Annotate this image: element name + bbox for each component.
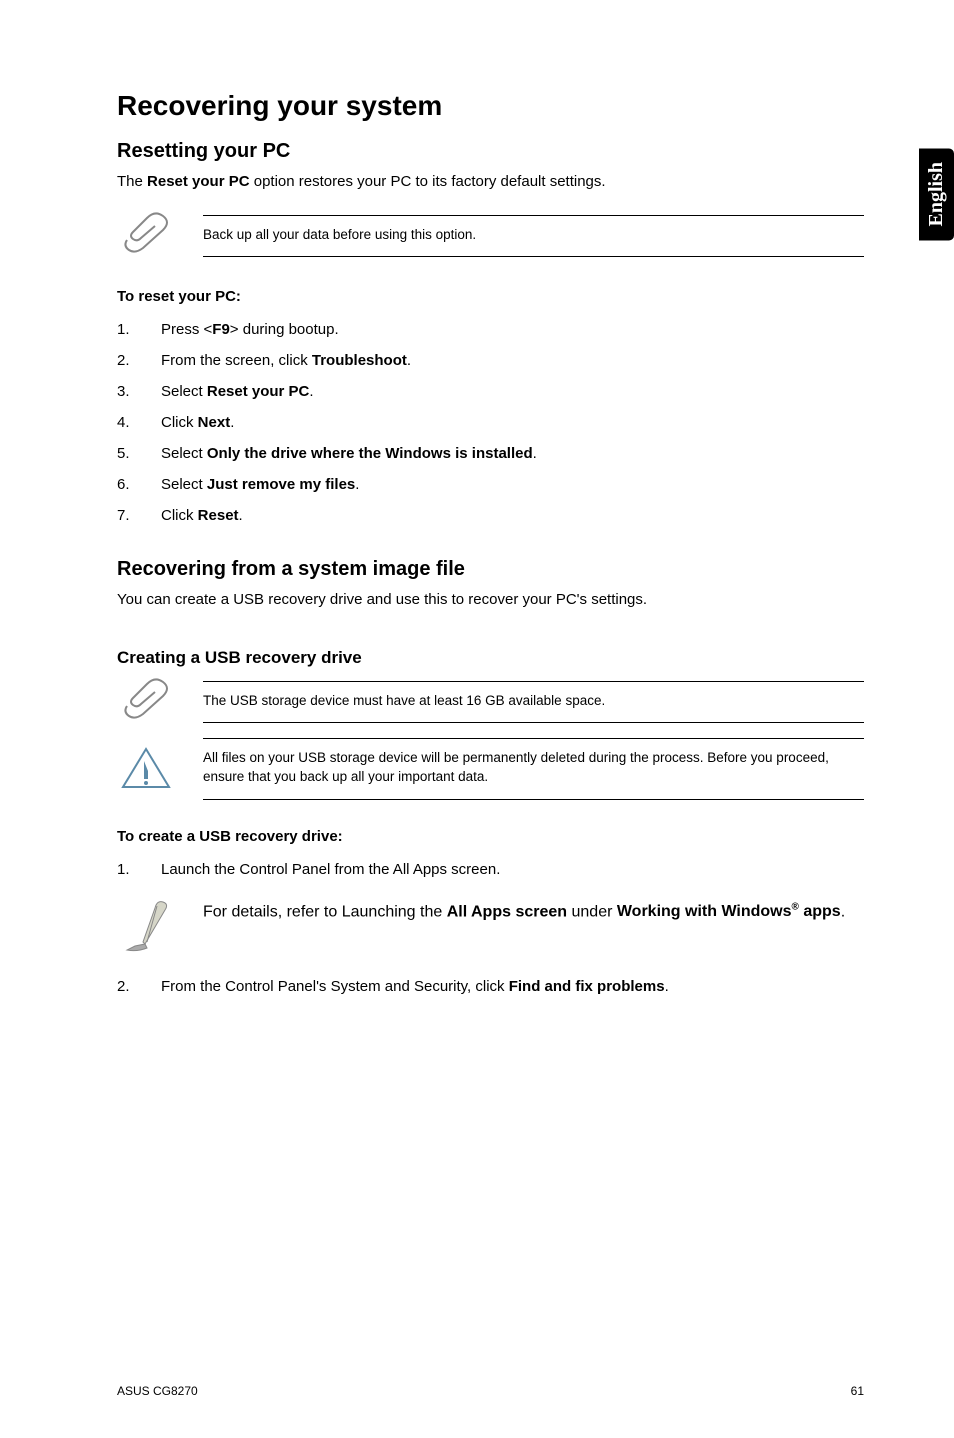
usb-heading: Creating a USB recovery drive xyxy=(117,648,864,668)
text: option restores your PC to its factory d… xyxy=(250,173,606,190)
list-item: Select Reset your PC. xyxy=(117,381,864,402)
text: . xyxy=(309,383,313,400)
text: For details, refer to Launching the xyxy=(203,903,447,920)
text: . xyxy=(665,978,669,995)
text-bold: Only the drive where the Windows is inst… xyxy=(207,445,533,462)
usb-steps-list-2: From the Control Panel's System and Secu… xyxy=(117,976,864,997)
list-item: Launch the Control Panel from the All Ap… xyxy=(117,859,864,880)
paperclip-icon xyxy=(117,678,175,726)
text: . xyxy=(407,352,411,369)
note-text: Back up all your data before using this … xyxy=(203,215,864,258)
note-usb-space: The USB storage device must have at leas… xyxy=(117,678,864,726)
reset-steps-list: Press <F9> during bootup. From the scree… xyxy=(117,319,864,526)
text: From the Control Panel's System and Secu… xyxy=(161,978,509,995)
text: . xyxy=(355,476,359,493)
warning-usb-delete: All files on your USB storage device wil… xyxy=(117,738,864,800)
text-bold: Working with Windows® apps xyxy=(617,903,841,920)
text-bold: Reset xyxy=(198,507,239,524)
text: . xyxy=(841,903,845,920)
list-item: From the screen, click Troubleshoot. xyxy=(117,350,864,371)
text: . xyxy=(230,414,234,431)
text-bold: All Apps screen xyxy=(447,903,567,920)
reset-intro: The Reset your PC option restores your P… xyxy=(117,171,864,192)
pen-icon xyxy=(117,900,175,956)
text: Select xyxy=(161,445,207,462)
page-footer: ASUS CG8270 61 xyxy=(117,1384,864,1398)
text-bold: Reset your PC xyxy=(147,173,250,190)
list-item: Click Next. xyxy=(117,412,864,433)
usb-steps-heading: To create a USB recovery drive: xyxy=(117,828,864,845)
list-item: Select Just remove my files. xyxy=(117,474,864,495)
footer-page-number: 61 xyxy=(851,1384,864,1398)
note-text: For details, refer to Launching the All … xyxy=(203,902,864,921)
text: The xyxy=(117,173,147,190)
recover-image-heading: Recovering from a system image file xyxy=(117,558,864,581)
note-text: All files on your USB storage device wil… xyxy=(203,738,864,800)
text: . xyxy=(533,445,537,462)
text: Press < xyxy=(161,321,212,338)
warning-icon xyxy=(117,745,175,793)
text: Click xyxy=(161,414,198,431)
note-backup: Back up all your data before using this … xyxy=(117,212,864,260)
text-bold: Next xyxy=(198,414,231,431)
text: . xyxy=(239,507,243,524)
list-item: Press <F9> during bootup. xyxy=(117,319,864,340)
footer-left: ASUS CG8270 xyxy=(117,1384,198,1398)
text-bold: Just remove my files xyxy=(207,476,355,493)
text-bold: Reset your PC xyxy=(207,383,310,400)
text-bold: Troubleshoot xyxy=(312,352,407,369)
note-text: The USB storage device must have at leas… xyxy=(203,681,864,724)
text: From the screen, click xyxy=(161,352,312,369)
text: Click xyxy=(161,507,198,524)
note-details: For details, refer to Launching the All … xyxy=(117,900,864,956)
text: under xyxy=(567,903,617,920)
recover-image-intro: You can create a USB recovery drive and … xyxy=(117,589,864,610)
text-bold: Find and fix problems xyxy=(509,978,665,995)
reset-steps-heading: To reset your PC: xyxy=(117,288,864,305)
page-title: Recovering your system xyxy=(117,90,864,122)
text: Select xyxy=(161,476,207,493)
usb-steps-list-1: Launch the Control Panel from the All Ap… xyxy=(117,859,864,880)
reset-heading: Resetting your PC xyxy=(117,140,864,163)
list-item: Click Reset. xyxy=(117,505,864,526)
list-item: From the Control Panel's System and Secu… xyxy=(117,976,864,997)
paperclip-icon xyxy=(117,212,175,260)
text: Select xyxy=(161,383,207,400)
list-item: Select Only the drive where the Windows … xyxy=(117,443,864,464)
text: > during bootup. xyxy=(230,321,339,338)
text-bold: F9 xyxy=(212,321,230,338)
